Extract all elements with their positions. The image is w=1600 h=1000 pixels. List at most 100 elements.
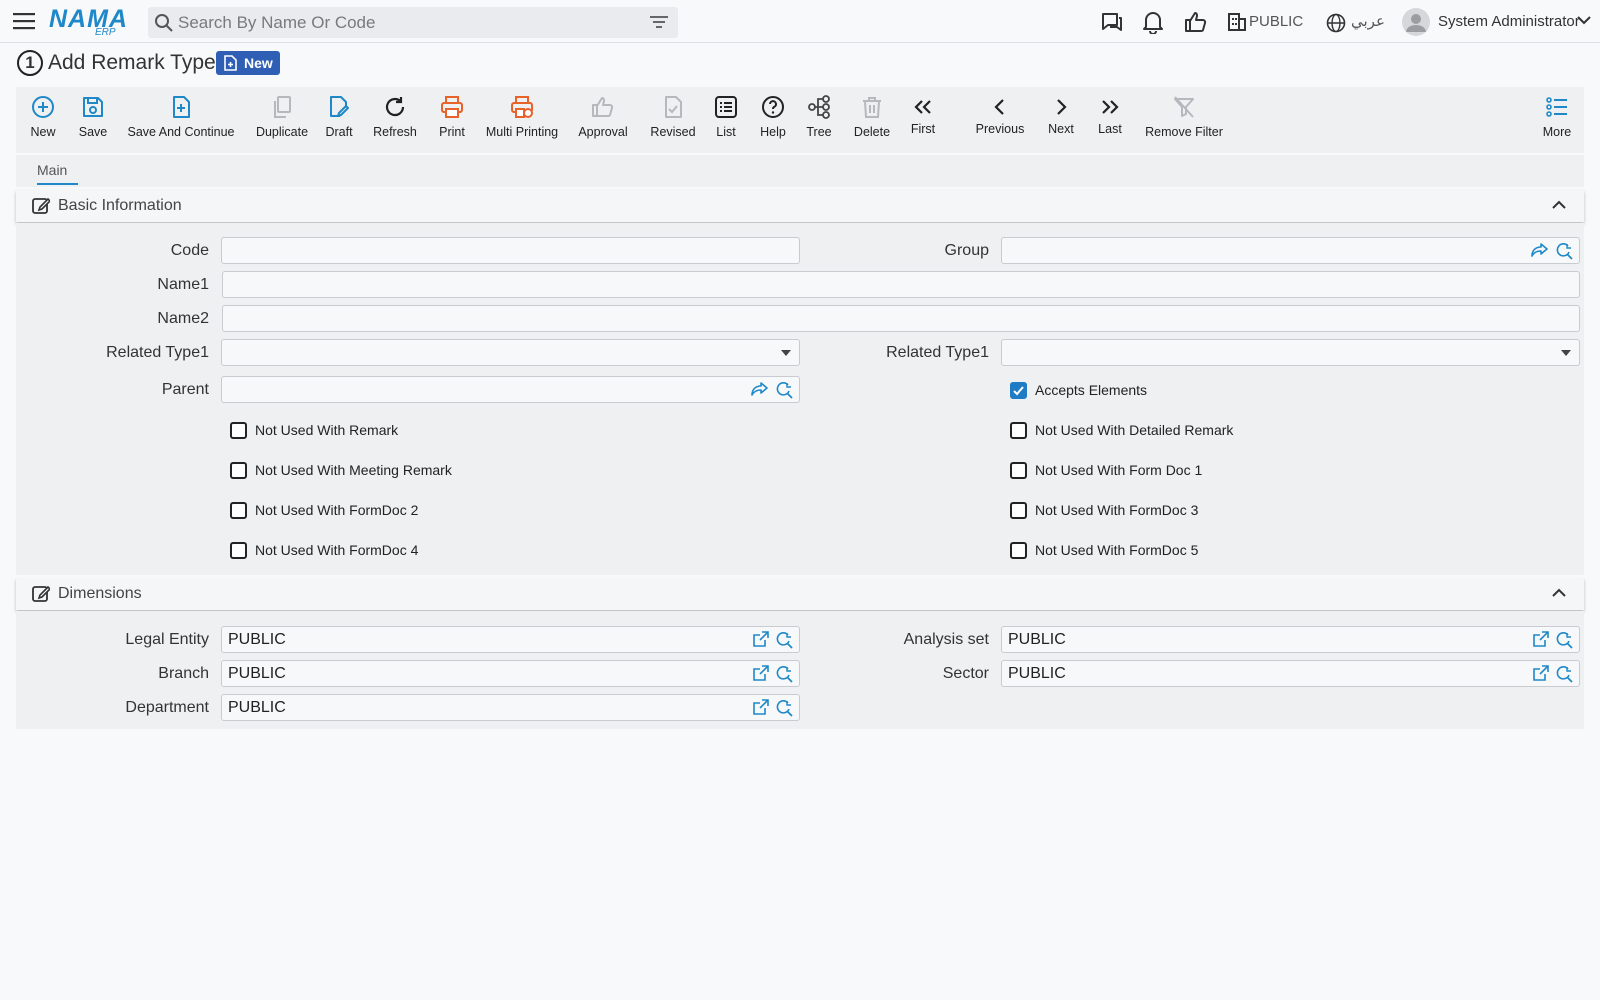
next-button[interactable]: Next — [1046, 87, 1076, 153]
external-link-icon[interactable] — [752, 699, 769, 717]
building-icon[interactable] — [1227, 10, 1247, 32]
related-type1-right-select[interactable] — [1001, 339, 1580, 366]
list-button[interactable]: List — [714, 87, 738, 153]
lookup-search-icon[interactable] — [1555, 631, 1573, 649]
lookup-search-icon[interactable] — [775, 381, 793, 399]
branch-value: PUBLIC — [228, 665, 286, 682]
last-label: Last — [1098, 122, 1122, 136]
more-label: More — [1542, 125, 1572, 139]
name1-field[interactable] — [222, 271, 1580, 298]
active-tab-indicator — [37, 183, 78, 185]
department-label: Department — [125, 699, 209, 716]
not-used-with-formdoc-4-checkbox[interactable] — [230, 542, 247, 559]
share-arrow-icon[interactable] — [751, 381, 769, 399]
save-and-continue-button[interactable]: Save And Continue — [127, 87, 235, 153]
group-field[interactable] — [1001, 237, 1580, 264]
not-used-with-meeting-remark-checkbox[interactable] — [230, 462, 247, 479]
parent-field[interactable] — [221, 376, 800, 403]
not-used-with-formdoc-5-checkbox[interactable] — [1010, 542, 1027, 559]
external-link-icon[interactable] — [752, 631, 769, 649]
new-button[interactable]: New — [25, 87, 61, 153]
language-switch[interactable]: عربي — [1351, 12, 1385, 30]
tab-main[interactable]: Main — [37, 162, 67, 178]
save-button[interactable]: Save — [75, 87, 111, 153]
globe-icon[interactable] — [1326, 13, 1346, 33]
avatar[interactable] — [1402, 8, 1430, 36]
external-link-icon[interactable] — [752, 665, 769, 683]
copy-icon — [270, 95, 294, 119]
chevron-up-icon[interactable] — [1552, 588, 1566, 598]
print-button[interactable]: Print — [437, 87, 467, 153]
name2-field[interactable] — [222, 305, 1580, 332]
analysis-set-field[interactable]: PUBLIC — [1001, 626, 1580, 653]
step-number: 1 — [17, 50, 43, 76]
department-field[interactable]: PUBLIC — [221, 694, 800, 721]
help-label: Help — [760, 125, 786, 139]
remove-filter-label: Remove Filter — [1145, 125, 1223, 139]
user-menu[interactable]: System Administrator — [1438, 13, 1580, 30]
delete-button[interactable]: Delete — [854, 87, 890, 153]
file-plus-icon — [169, 95, 193, 119]
remove-filter-button[interactable]: Remove Filter — [1145, 87, 1223, 153]
not-used-with-remark-checkbox[interactable] — [230, 422, 247, 439]
duplicate-button[interactable]: Duplicate — [254, 87, 310, 153]
approval-label: Approval — [578, 125, 628, 139]
draft-button[interactable]: Draft — [324, 87, 354, 153]
hamburger-menu-icon[interactable] — [13, 12, 35, 30]
not-used-with-detailed-remark-label: Not Used With Detailed Remark — [1035, 422, 1234, 438]
printer-icon — [440, 95, 464, 119]
first-button[interactable]: First — [909, 87, 937, 153]
chat-icon[interactable] — [1100, 10, 1124, 34]
sector-field[interactable]: PUBLIC — [1001, 660, 1580, 687]
legal-entity-value: PUBLIC — [228, 631, 286, 648]
nama-erp-logo[interactable]: NAMA ERP — [49, 5, 131, 38]
not-used-with-form-doc-1-checkbox[interactable] — [1010, 462, 1027, 479]
not-used-with-formdoc-2-label: Not Used With FormDoc 2 — [255, 502, 419, 518]
last-button[interactable]: Last — [1096, 87, 1124, 153]
action-toolbar: New Save Save And Continue Duplicate Dra… — [16, 87, 1584, 153]
lookup-search-icon[interactable] — [1555, 665, 1573, 683]
multi-printing-button[interactable]: Multi Printing — [486, 87, 558, 153]
lookup-search-icon[interactable] — [775, 699, 793, 717]
group-label: Group — [944, 242, 989, 259]
related-type1-right-label: Related Type1 — [886, 344, 989, 361]
not-used-with-detailed-remark-checkbox[interactable] — [1010, 422, 1027, 439]
external-link-icon[interactable] — [1532, 665, 1549, 683]
sector-value: PUBLIC — [1008, 665, 1066, 682]
share-arrow-icon[interactable] — [1531, 242, 1549, 260]
external-link-icon[interactable] — [1532, 631, 1549, 649]
chevron-up-icon[interactable] — [1552, 200, 1566, 210]
refresh-button[interactable]: Refresh — [373, 87, 417, 153]
not-used-with-formdoc-5-label: Not Used With FormDoc 5 — [1035, 542, 1199, 558]
help-icon — [761, 95, 785, 119]
related-type1-select[interactable] — [221, 339, 800, 366]
search-input[interactable] — [178, 11, 638, 34]
not-used-with-formdoc-3-checkbox[interactable] — [1010, 502, 1027, 519]
branch-field[interactable]: PUBLIC — [221, 660, 800, 687]
thumbs-up-icon[interactable] — [1184, 10, 1208, 34]
legal-entity-selector[interactable]: PUBLIC — [1249, 13, 1303, 30]
previous-button[interactable]: Previous — [975, 87, 1025, 153]
filter-icon[interactable] — [650, 15, 668, 29]
more-button[interactable]: More — [1542, 87, 1572, 153]
tree-button[interactable]: Tree — [805, 87, 833, 153]
legal-entity-field[interactable]: PUBLIC — [221, 626, 800, 653]
bell-icon[interactable] — [1142, 10, 1164, 34]
department-value: PUBLIC — [228, 699, 286, 716]
refresh-label: Refresh — [373, 125, 417, 139]
dimensions-header[interactable]: Dimensions — [16, 578, 1584, 610]
multi-printer-icon — [510, 95, 534, 119]
previous-label: Previous — [975, 122, 1025, 136]
chevrons-left-icon — [911, 95, 935, 119]
revised-button[interactable]: Revised — [649, 87, 697, 153]
not-used-with-formdoc-2-checkbox[interactable] — [230, 502, 247, 519]
approval-button[interactable]: Approval — [578, 87, 628, 153]
list-icon — [714, 95, 738, 119]
lookup-search-icon[interactable] — [1555, 242, 1573, 260]
dimensions-title: Dimensions — [58, 585, 142, 602]
code-field[interactable] — [221, 237, 800, 264]
chevron-down-icon[interactable] — [1577, 15, 1591, 25]
help-button[interactable]: Help — [759, 87, 787, 153]
basic-information-header[interactable]: Basic Information — [16, 190, 1584, 222]
accepts-elements-checkbox[interactable] — [1010, 382, 1027, 399]
